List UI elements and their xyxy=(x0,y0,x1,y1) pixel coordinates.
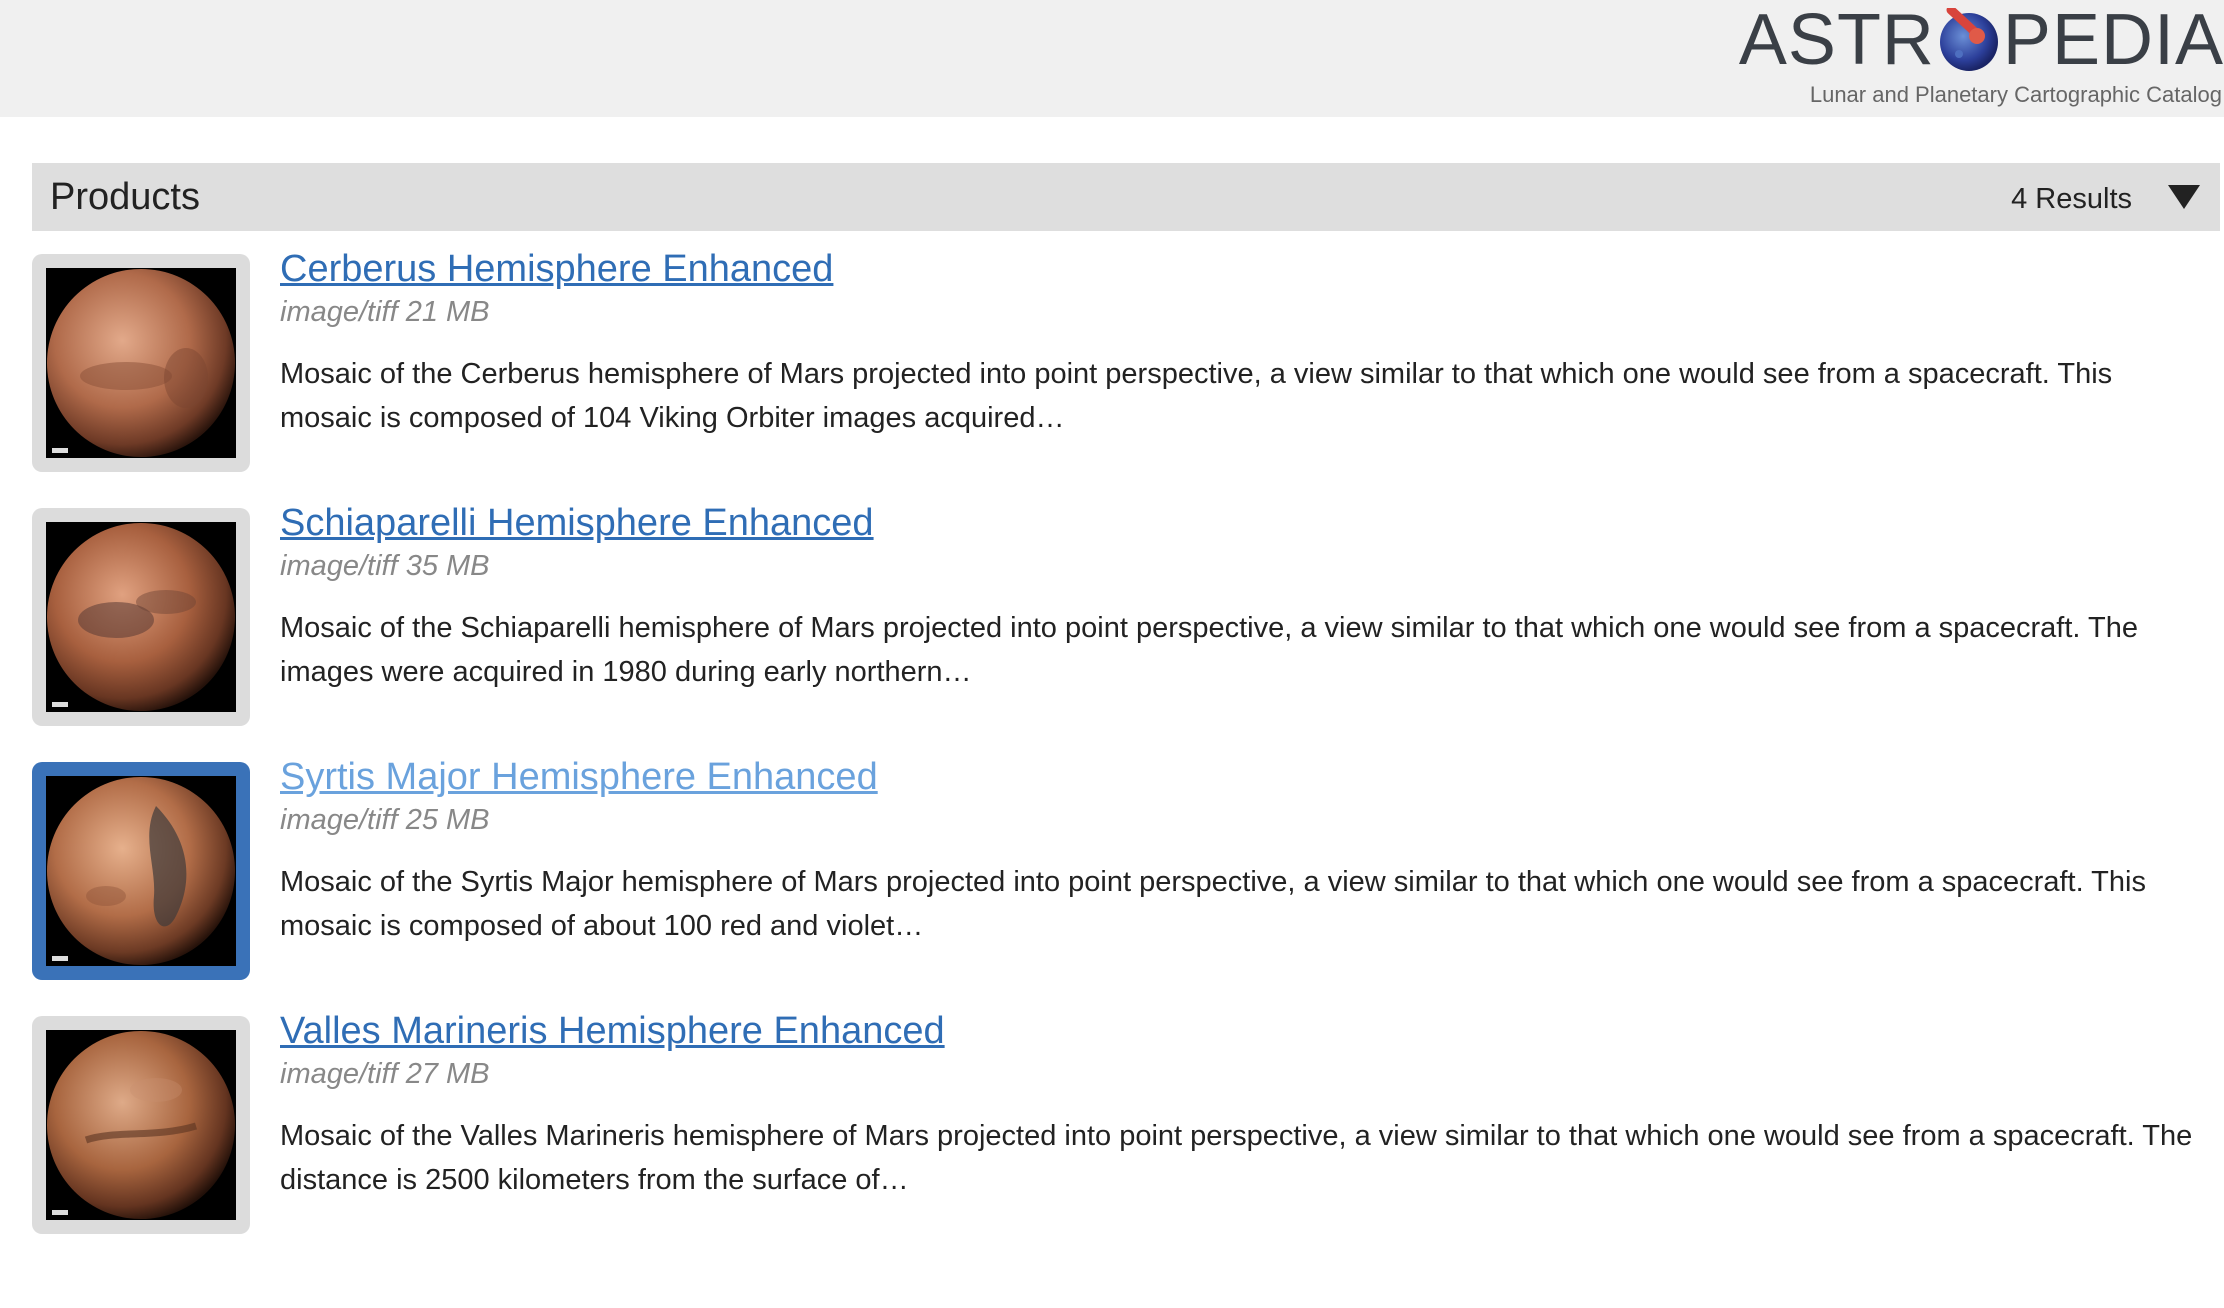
product-item: Valles Marineris Hemisphere Enhanced ima… xyxy=(32,1010,2220,1236)
triangle-down-icon[interactable] xyxy=(2164,179,2204,215)
product-meta: image/tiff 27 MB xyxy=(280,1058,490,1090)
product-meta: image/tiff 35 MB xyxy=(280,550,490,582)
planet-meteor-icon xyxy=(1937,5,2001,72)
mars-thumbnail-image xyxy=(46,522,236,712)
logo-text-right: PEDIA xyxy=(2002,0,2224,80)
mars-thumbnail-image xyxy=(46,776,236,966)
products-title: Products xyxy=(50,176,200,218)
product-thumbnail[interactable] xyxy=(32,508,250,726)
mars-thumbnail-image xyxy=(46,1030,236,1220)
astropedia-logo[interactable]: ASTR PEDIA Lunar and Planetary Cartograph… xyxy=(1739,0,2224,117)
product-description: Mosaic of the Schiaparelli hemisphere of… xyxy=(280,612,2138,688)
product-title-link[interactable]: Valles Marineris Hemisphere Enhanced xyxy=(280,1010,945,1053)
product-description: Mosaic of the Valles Marineris hemispher… xyxy=(280,1120,2193,1196)
product-title-link[interactable]: Schiaparelli Hemisphere Enhanced xyxy=(280,502,874,545)
site-header: ASTR PEDIA Lunar and Planetary Cartograph… xyxy=(0,0,2224,117)
product-meta: image/tiff 21 MB xyxy=(280,296,490,328)
mars-thumbnail-image xyxy=(46,268,236,458)
product-meta: image/tiff 25 MB xyxy=(280,804,490,836)
logo-text-left: ASTR xyxy=(1738,0,1935,80)
logo-wordmark: ASTR PEDIA xyxy=(1739,4,2224,76)
product-thumbnail[interactable] xyxy=(32,1016,250,1234)
products-header-bar: Products 4 Results xyxy=(32,163,2220,231)
product-thumbnail-selected[interactable] xyxy=(32,762,250,980)
product-description: Mosaic of the Syrtis Major hemisphere of… xyxy=(280,866,2146,942)
product-item: Cerberus Hemisphere Enhanced image/tiff … xyxy=(32,248,2220,474)
product-item: Syrtis Major Hemisphere Enhanced image/t… xyxy=(32,756,2220,982)
results-count: 4 Results xyxy=(2011,183,2132,215)
product-title-link[interactable]: Syrtis Major Hemisphere Enhanced xyxy=(280,756,878,799)
product-item: Schiaparelli Hemisphere Enhanced image/t… xyxy=(32,502,2220,728)
logo-tagline: Lunar and Planetary Cartographic Catalog xyxy=(1809,82,2222,107)
product-title-link[interactable]: Cerberus Hemisphere Enhanced xyxy=(280,248,833,291)
product-description: Mosaic of the Cerberus hemisphere of Mar… xyxy=(280,358,2113,434)
product-thumbnail[interactable] xyxy=(32,254,250,472)
